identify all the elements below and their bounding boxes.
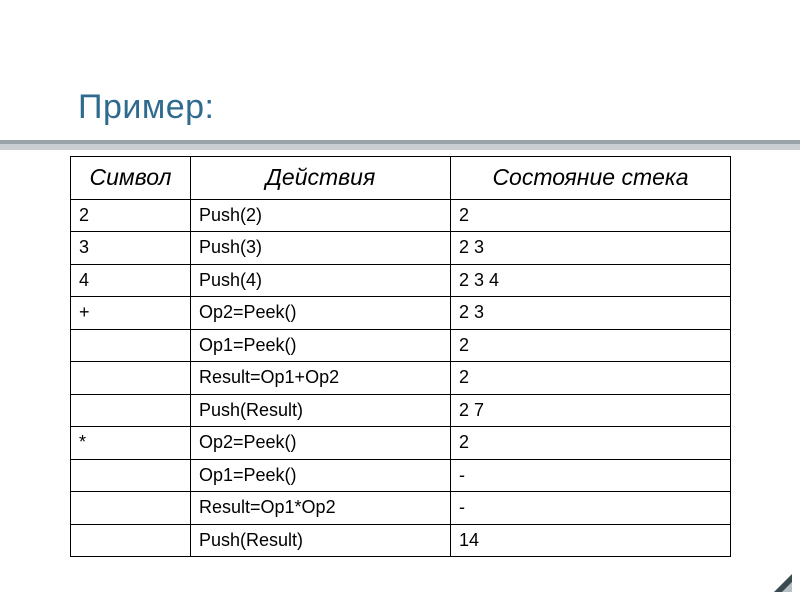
page-corner-fold-icon — [774, 574, 792, 592]
title-divider — [0, 140, 800, 150]
cell-stack: 14 — [451, 524, 731, 557]
cell-stack: 2 3 — [451, 232, 731, 265]
cell-action: Op2=Peek() — [191, 427, 451, 460]
cell-stack: 2 — [451, 362, 731, 395]
cell-stack: 2 3 — [451, 297, 731, 330]
table-row: Push(Result)14 — [71, 524, 731, 557]
table-row: Op1=Peek()- — [71, 459, 731, 492]
table-row: 3Push(3)2 3 — [71, 232, 731, 265]
col-header-symbol: Символ — [71, 157, 191, 200]
cell-action: Result=Op1+Op2 — [191, 362, 451, 395]
cell-symbol — [71, 524, 191, 557]
cell-stack: 2 7 — [451, 394, 731, 427]
cell-symbol: 4 — [71, 264, 191, 297]
example-table-wrap: Символ Действия Состояние стека 2Push(2)… — [70, 156, 730, 557]
cell-symbol — [71, 362, 191, 395]
table-row: Result=Op1+Op22 — [71, 362, 731, 395]
cell-symbol — [71, 394, 191, 427]
cell-action: Op2=Peek() — [191, 297, 451, 330]
table-header-row: Символ Действия Состояние стека — [71, 157, 731, 200]
cell-stack: - — [451, 492, 731, 525]
cell-action: Push(Result) — [191, 524, 451, 557]
cell-action: Push(3) — [191, 232, 451, 265]
table-row: Result=Op1*Op2- — [71, 492, 731, 525]
cell-symbol — [71, 329, 191, 362]
cell-stack: 2 — [451, 329, 731, 362]
cell-action: Op1=Peek() — [191, 459, 451, 492]
cell-action: Push(4) — [191, 264, 451, 297]
cell-stack: 2 — [451, 427, 731, 460]
cell-symbol: + — [71, 297, 191, 330]
cell-action: Push(Result) — [191, 394, 451, 427]
slide: Пример: Символ Действия Состояние стека … — [0, 0, 800, 600]
table-row: Push(Result)2 7 — [71, 394, 731, 427]
table-row: +Op2=Peek()2 3 — [71, 297, 731, 330]
cell-symbol: 2 — [71, 199, 191, 232]
col-header-stack: Состояние стека — [451, 157, 731, 200]
example-table: Символ Действия Состояние стека 2Push(2)… — [70, 156, 731, 557]
cell-stack: 2 3 4 — [451, 264, 731, 297]
cell-symbol — [71, 459, 191, 492]
cell-action: Op1=Peek() — [191, 329, 451, 362]
cell-action: Result=Op1*Op2 — [191, 492, 451, 525]
col-header-action: Действия — [191, 157, 451, 200]
cell-symbol: * — [71, 427, 191, 460]
table-row: 4Push(4)2 3 4 — [71, 264, 731, 297]
cell-symbol — [71, 492, 191, 525]
table-row: 2Push(2)2 — [71, 199, 731, 232]
cell-symbol: 3 — [71, 232, 191, 265]
cell-stack: - — [451, 459, 731, 492]
cell-stack: 2 — [451, 199, 731, 232]
page-title: Пример: — [78, 88, 214, 127]
table-row: Op1=Peek()2 — [71, 329, 731, 362]
cell-action: Push(2) — [191, 199, 451, 232]
table-row: *Op2=Peek()2 — [71, 427, 731, 460]
